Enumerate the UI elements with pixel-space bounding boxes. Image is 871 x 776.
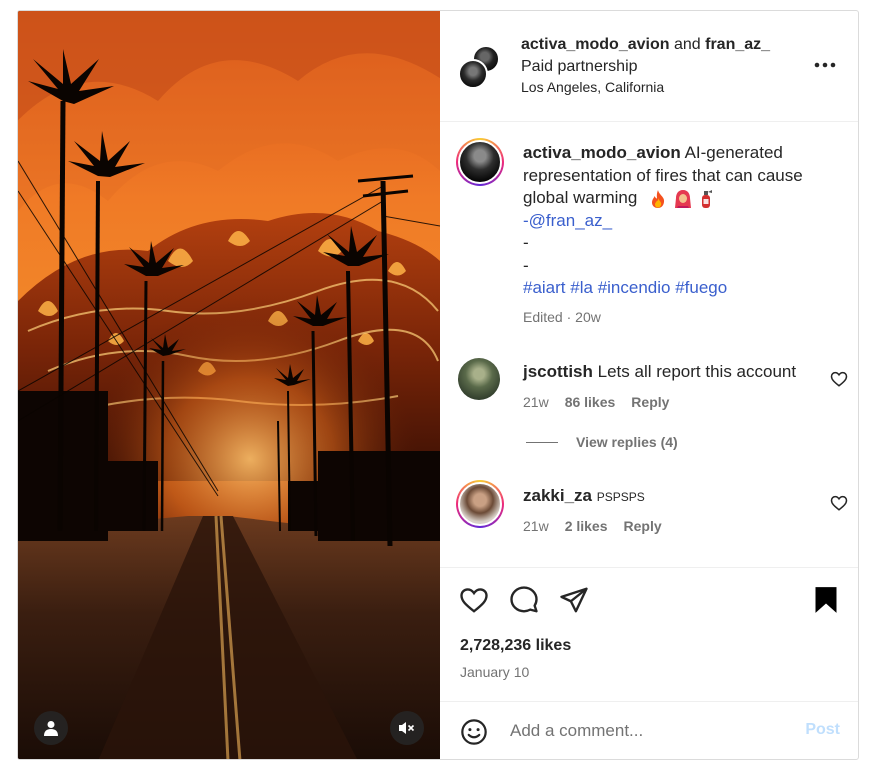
- avatar[interactable]: [458, 358, 500, 400]
- comment-username[interactable]: zakki_za: [523, 486, 592, 505]
- share-button[interactable]: [558, 584, 590, 616]
- comment-input[interactable]: [510, 718, 790, 744]
- comment-like-button[interactable]: [830, 370, 848, 388]
- edited-label: Edited: [523, 308, 563, 325]
- avatar: [458, 140, 502, 184]
- caption-avatar[interactable]: [456, 138, 504, 186]
- divider: [526, 441, 558, 443]
- view-replies-label: View replies (4): [576, 434, 678, 450]
- fire-emoji-icon: [652, 189, 665, 208]
- post-image[interactable]: [18, 11, 440, 759]
- heart-icon: [830, 371, 848, 387]
- comment-time[interactable]: 21w: [523, 518, 549, 534]
- person-with-headscarf-emoji-icon: [675, 189, 692, 208]
- like-button[interactable]: [458, 584, 490, 616]
- comment-username[interactable]: jscottish: [523, 362, 593, 381]
- avatar-image: [458, 482, 502, 526]
- post-actions: 2,728,236 likes January 10: [440, 567, 858, 701]
- caption-username[interactable]: activa_modo_avion: [523, 143, 681, 162]
- avatar[interactable]: [456, 480, 504, 528]
- post-comment-button[interactable]: Post: [805, 721, 840, 739]
- post-container: activa_modo_avion and fran_az_ Paid part…: [17, 10, 859, 760]
- smiley-icon: [461, 719, 487, 745]
- comment-text: Lets all report this account: [597, 362, 797, 381]
- reply-button[interactable]: Reply: [631, 394, 669, 410]
- hashtag-link[interactable]: #fuego: [675, 278, 727, 297]
- hashtag-link[interactable]: #aiart: [523, 278, 566, 297]
- avatar: [458, 59, 488, 89]
- comment-bubble-icon: [510, 586, 538, 613]
- wildfire-image: [18, 11, 440, 759]
- caption-dash: -: [523, 255, 529, 275]
- caption-meta: Edited · 20w: [523, 308, 601, 325]
- more-options-button[interactable]: [812, 55, 838, 75]
- paid-partnership-label[interactable]: Paid partnership: [521, 58, 770, 76]
- hashtag-link[interactable]: #la: [570, 278, 593, 297]
- post-date[interactable]: January 10: [460, 664, 529, 680]
- caption-emojis: [650, 189, 713, 208]
- caption-dash: -: [523, 233, 529, 252]
- caption-time[interactable]: 20w: [575, 309, 601, 325]
- comment-likes[interactable]: 2 likes: [565, 518, 608, 534]
- mention-link[interactable]: -@fran_az_: [523, 210, 833, 233]
- comment-like-button[interactable]: [830, 494, 848, 512]
- save-button[interactable]: [810, 584, 842, 616]
- heart-icon: [460, 588, 488, 613]
- emoji-picker-button[interactable]: [458, 716, 490, 748]
- tagged-users-button[interactable]: [34, 711, 68, 745]
- likes-count[interactable]: 2,728,236 likes: [460, 637, 571, 655]
- header-and-text: and: [673, 36, 701, 53]
- paper-plane-icon: [560, 587, 588, 613]
- heart-icon: [830, 495, 848, 511]
- speaker-muted-icon: [399, 722, 415, 734]
- header-username-2[interactable]: fran_az_: [705, 36, 770, 53]
- more-horizontal-icon: [814, 62, 836, 68]
- comment-likes[interactable]: 86 likes: [565, 394, 616, 410]
- hashtags: #aiart #la #incendio #fuego: [523, 277, 833, 300]
- collab-avatars[interactable]: [458, 45, 502, 89]
- bookmark-filled-icon: [815, 587, 837, 613]
- location-link[interactable]: Los Angeles, California: [521, 79, 770, 95]
- header-username-1[interactable]: activa_modo_avion: [521, 36, 670, 53]
- hashtag-link[interactable]: #incendio: [598, 278, 671, 297]
- user-icon: [44, 721, 58, 736]
- comment-text: PSPSPS: [596, 490, 645, 504]
- comment-button[interactable]: [508, 584, 540, 616]
- reply-button[interactable]: Reply: [624, 518, 662, 534]
- post-side-panel: activa_modo_avion and fran_az_ Paid part…: [440, 11, 858, 759]
- mute-button[interactable]: [390, 711, 424, 745]
- fire-extinguisher-emoji-icon: [702, 189, 713, 208]
- view-replies-button[interactable]: View replies (4): [526, 434, 678, 450]
- post-header: activa_modo_avion and fran_az_ Paid part…: [440, 11, 858, 122]
- comment-time[interactable]: 21w: [523, 394, 549, 410]
- comments-section[interactable]: activa_modo_avion AI-generated represent…: [440, 122, 858, 567]
- add-comment-bar: Post: [440, 701, 858, 759]
